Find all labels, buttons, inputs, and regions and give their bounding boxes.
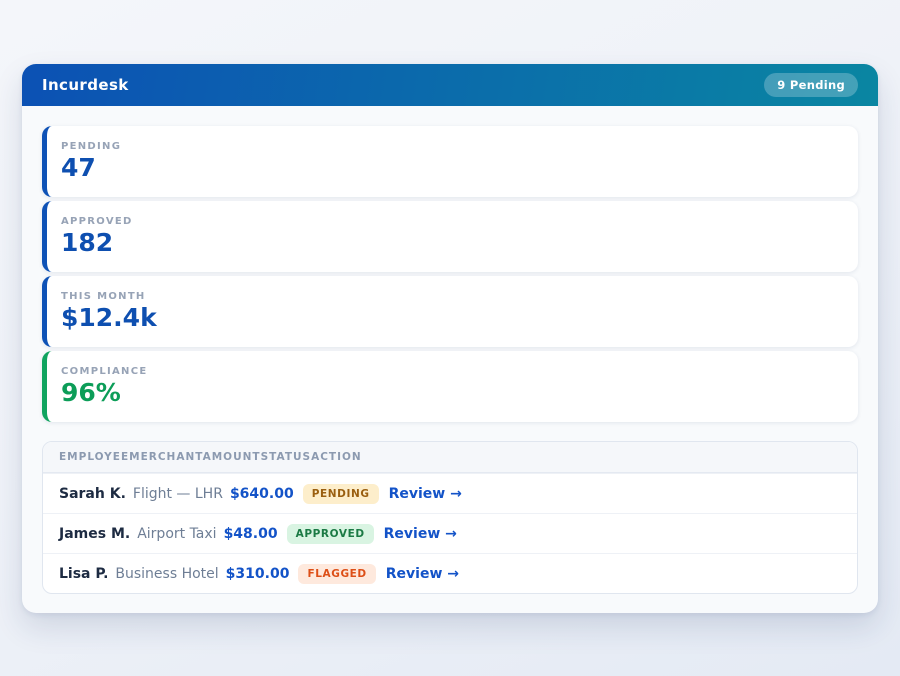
- table-header-row: EMPLOYEEMERCHANTAMOUNTSTATUSACTION: [43, 442, 857, 473]
- status-badge: PENDING: [303, 484, 379, 504]
- table-row: Lisa P. Business Hotel $310.00 FLAGGED R…: [43, 553, 857, 593]
- expense-amount: $48.00: [224, 526, 278, 542]
- pending-count-badge: 9 Pending: [764, 73, 858, 97]
- status-badge: FLAGGED: [298, 564, 375, 584]
- expense-amount: $640.00: [230, 486, 294, 502]
- stat-card-approved: APPROVED 182: [42, 201, 858, 272]
- employee-name: James M.: [59, 526, 130, 542]
- stat-label: THIS MONTH: [61, 291, 858, 302]
- stat-value: $12.4k: [61, 305, 858, 330]
- review-link[interactable]: Review →: [389, 486, 462, 502]
- stat-label: APPROVED: [61, 216, 858, 227]
- stat-label: COMPLIANCE: [61, 366, 858, 377]
- stat-value: 182: [61, 230, 858, 255]
- app-body: PENDING 47 APPROVED 182 THIS MONTH $12.4…: [22, 106, 878, 613]
- expenses-table: EMPLOYEEMERCHANTAMOUNTSTATUSACTION Sarah…: [42, 441, 858, 594]
- stat-label: PENDING: [61, 141, 858, 152]
- merchant-name: Flight — LHR: [133, 486, 223, 502]
- column-header-status: STATUS: [261, 451, 311, 463]
- stat-card-this-month: THIS MONTH $12.4k: [42, 276, 858, 347]
- status-badge: APPROVED: [287, 524, 374, 544]
- column-header-merchant: MERCHANT: [129, 451, 202, 463]
- merchant-name: Business Hotel: [115, 566, 218, 582]
- column-header-amount: AMOUNT: [203, 451, 261, 463]
- app-title: Incurdesk: [42, 76, 129, 94]
- table-row: Sarah K. Flight — LHR $640.00 PENDING Re…: [43, 473, 857, 513]
- expense-amount: $310.00: [226, 566, 290, 582]
- merchant-name: Airport Taxi: [137, 526, 216, 542]
- column-header-employee: EMPLOYEE: [59, 451, 129, 463]
- stat-value: 47: [61, 155, 858, 180]
- incurdesk-app-card: Incurdesk 9 Pending PENDING 47 APPROVED …: [22, 64, 878, 613]
- employee-name: Lisa P.: [59, 566, 108, 582]
- stat-card-compliance: COMPLIANCE 96%: [42, 351, 858, 422]
- table-row: James M. Airport Taxi $48.00 APPROVED Re…: [43, 513, 857, 553]
- employee-name: Sarah K.: [59, 486, 126, 502]
- column-header-action: ACTION: [311, 451, 362, 463]
- review-link[interactable]: Review →: [384, 526, 457, 542]
- stat-value: 96%: [61, 380, 858, 405]
- app-header: Incurdesk 9 Pending: [22, 64, 878, 106]
- stat-card-pending: PENDING 47: [42, 126, 858, 197]
- review-link[interactable]: Review →: [386, 566, 459, 582]
